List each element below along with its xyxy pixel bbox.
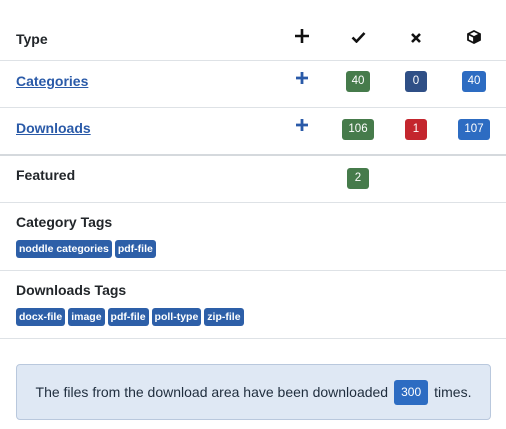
published-count-badge[interactable]: 106 [342, 119, 374, 140]
alert-text-before: The files from the download area have be… [35, 384, 389, 400]
add-category-button[interactable] [295, 71, 309, 85]
published-column-header [338, 30, 378, 46]
categories-link[interactable]: Categories [16, 73, 88, 89]
add-download-button[interactable] [295, 118, 309, 132]
plus-icon [295, 29, 309, 43]
table-row: Categories 40 0 40 [0, 61, 506, 108]
type-header: Type [16, 31, 48, 47]
featured-label: Featured [16, 167, 76, 183]
table-row: Downloads 106 1 107 [0, 108, 506, 156]
published-count-badge[interactable]: 40 [345, 71, 371, 92]
category-tags-list: noddle categories pdf-file [16, 240, 156, 258]
tag-badge[interactable]: pdf-file [107, 308, 149, 326]
unpublished-count-badge[interactable]: 1 [405, 119, 427, 140]
downloads-tags-list: docx-file image pdf-file poll-type zip-f… [16, 308, 244, 326]
tag-badge[interactable]: noddle categories [16, 240, 112, 258]
downloads-tags-row: Downloads Tags docx-file image pdf-file … [0, 271, 506, 339]
table-row: Featured 2 [0, 156, 506, 203]
tag-badge[interactable]: zip-file [204, 308, 244, 326]
downloads-link[interactable]: Downloads [16, 120, 91, 136]
category-tags-label: Category Tags [16, 214, 113, 230]
download-count-alert: The files from the download area have be… [16, 364, 491, 420]
unpublished-column-header [396, 31, 436, 47]
tag-badge[interactable]: pdf-file [114, 240, 156, 258]
box-icon [467, 30, 481, 44]
add-column-header [282, 29, 322, 46]
download-count-badge: 300 [394, 379, 429, 405]
total-count-badge[interactable]: 40 [461, 71, 487, 92]
total-count-badge[interactable]: 107 [458, 119, 490, 140]
check-icon [351, 31, 366, 43]
table-header-row: Type [0, 0, 506, 61]
unpublished-count-badge[interactable]: 0 [405, 71, 427, 92]
archived-column-header [454, 30, 494, 47]
downloads-tags-label: Downloads Tags [16, 282, 127, 298]
tag-badge[interactable]: image [68, 308, 105, 326]
tag-badge[interactable]: poll-type [151, 308, 202, 326]
x-icon [410, 32, 422, 44]
featured-count-badge[interactable]: 2 [347, 168, 369, 189]
alert-text-after: times. [434, 384, 472, 400]
tag-badge[interactable]: docx-file [16, 308, 66, 326]
category-tags-row: Category Tags noddle categories pdf-file [0, 203, 506, 271]
